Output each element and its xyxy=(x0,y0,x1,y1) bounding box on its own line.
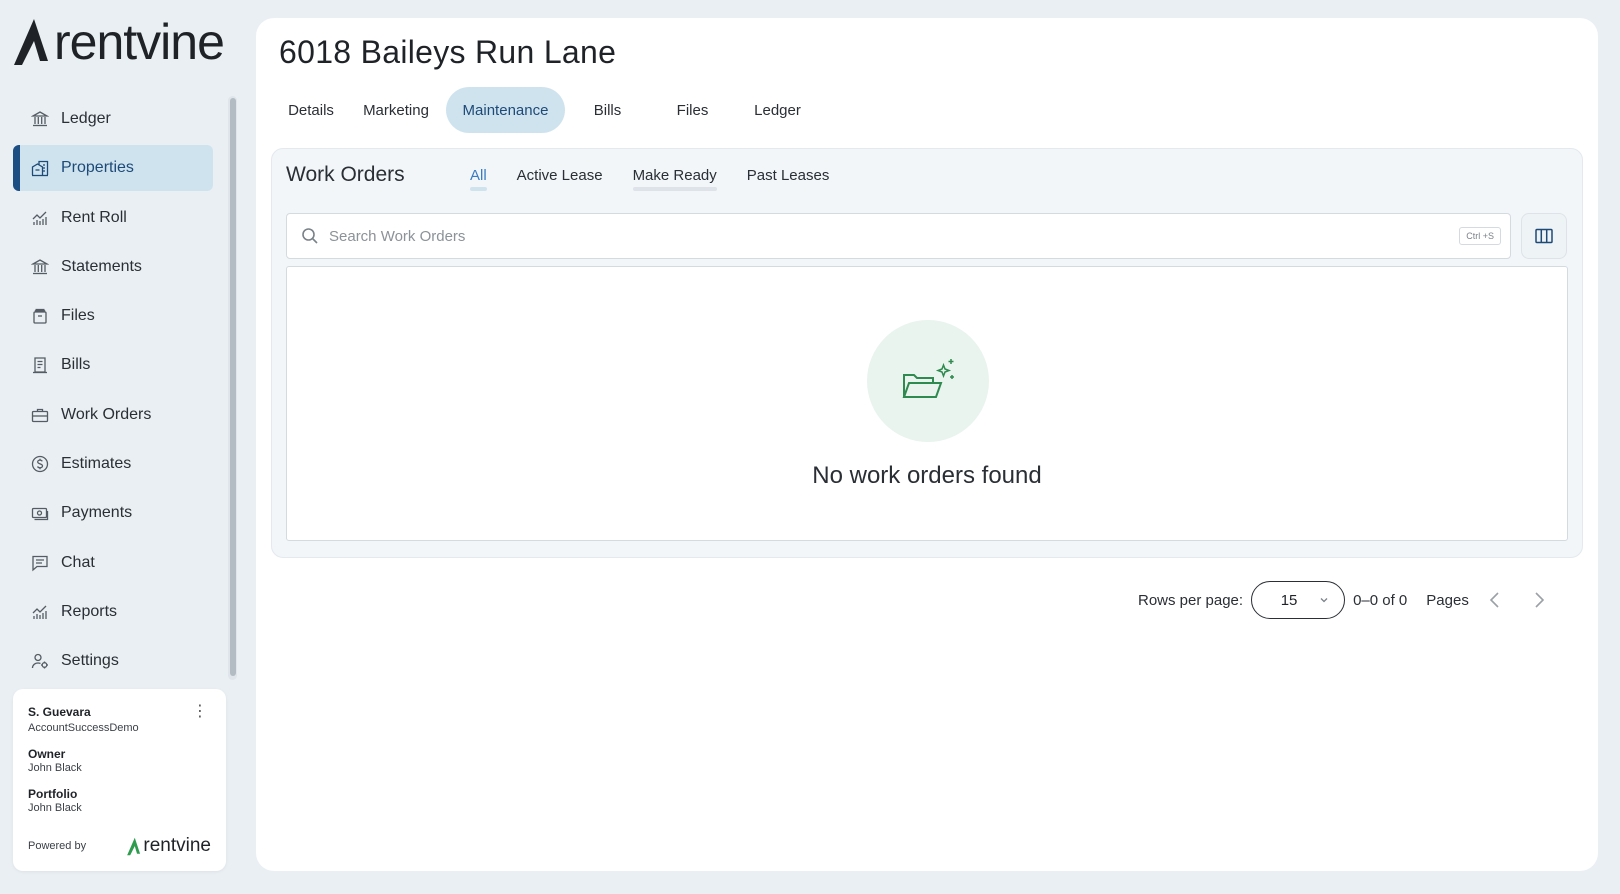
rows-per-page-value: 15 xyxy=(1280,591,1298,609)
work-orders-title: Work Orders xyxy=(286,163,405,186)
sidebar-item-bills[interactable]: Bills xyxy=(13,342,213,388)
rentvine-logo-icon xyxy=(14,19,48,65)
sidebar-item-settings[interactable]: Settings xyxy=(13,638,213,684)
user-org: AccountSuccessDemo xyxy=(28,722,139,734)
sidebar-item-ledger[interactable]: Ledger xyxy=(13,96,213,142)
sidebar-item-label: Work Orders xyxy=(61,405,152,423)
work-orders-panel: Work Orders All Active Lease Make Ready … xyxy=(271,148,1583,558)
powered-by-brand: rentvine xyxy=(143,835,211,856)
work-orders-filter-tabs: All Active Lease Make Ready Past Leases xyxy=(470,167,859,191)
tab-details[interactable]: Details xyxy=(276,87,346,133)
columns-button[interactable] xyxy=(1521,213,1567,259)
pages-label: Pages xyxy=(1426,591,1469,609)
sidebar-item-label: Ledger xyxy=(61,110,111,127)
chevron-left-icon xyxy=(1489,592,1499,608)
chevron-down-icon xyxy=(1320,598,1328,603)
tab-bills[interactable]: Bills xyxy=(565,87,650,133)
empty-state: No work orders found xyxy=(286,266,1568,541)
user-name: S. Guevara xyxy=(28,705,91,719)
sidebar-item-estimates[interactable]: Estimates xyxy=(13,441,213,487)
sidebar-item-properties[interactable]: Properties xyxy=(13,145,213,192)
page-title: 6018 Baileys Run Lane xyxy=(279,34,617,70)
tab-marketing[interactable]: Marketing xyxy=(346,87,446,133)
sidebar-nav: Ledger Properties Rent Roll Statements F… xyxy=(13,96,213,688)
powered-by: Powered by rentvine xyxy=(28,835,211,857)
rows-per-page-label: Rows per page: xyxy=(1138,591,1244,609)
sidebar-item-label: Reports xyxy=(61,602,118,620)
bank-icon xyxy=(30,257,50,277)
bank-icon xyxy=(30,109,50,129)
sidebar-item-label: Rent Roll xyxy=(61,208,127,226)
tab-files[interactable]: Files xyxy=(650,87,735,133)
tab-ledger[interactable]: Ledger xyxy=(735,87,820,133)
chat-icon xyxy=(30,553,50,573)
sidebar-item-label: Bills xyxy=(61,356,91,374)
chart-icon xyxy=(30,208,50,228)
dollar-circle-icon xyxy=(30,454,50,474)
portfolio-label: Portfolio xyxy=(28,787,78,801)
sidebar-item-label: Files xyxy=(61,307,95,325)
sidebar: rentvine Ledger Properties Rent Roll Sta… xyxy=(0,0,242,894)
chart-icon xyxy=(30,602,50,622)
owner-value: John Black xyxy=(28,762,82,774)
page-range: 0–0 of 0 xyxy=(1353,591,1408,609)
empty-illustration xyxy=(867,320,989,442)
portfolio-value: John Black xyxy=(28,802,82,814)
rentvine-logo-icon xyxy=(127,837,141,855)
brand-logo[interactable]: rentvine xyxy=(14,14,225,70)
sidebar-item-label: Properties xyxy=(61,159,134,177)
sidebar-scroll-thumb[interactable] xyxy=(230,98,236,676)
toolbox-icon xyxy=(30,405,50,425)
sidebar-item-statements[interactable]: Statements xyxy=(13,244,213,290)
empty-message: No work orders found xyxy=(812,462,1042,489)
cash-icon xyxy=(30,503,50,523)
pagination: Rows per page: 15 0–0 of 0 Pages xyxy=(1138,580,1551,620)
sidebar-item-label: Statements xyxy=(61,257,142,275)
main-content: 6018 Baileys Run Lane Details Marketing … xyxy=(256,18,1598,871)
subtab-past-leases[interactable]: Past Leases xyxy=(747,167,830,188)
sidebar-item-files[interactable]: Files xyxy=(13,293,213,339)
tab-maintenance[interactable]: Maintenance xyxy=(446,87,565,133)
owner-label: Owner xyxy=(28,747,66,761)
search-bar: Ctrl +S xyxy=(286,213,1511,259)
open-folder-icon xyxy=(902,359,954,398)
user-card: S. Guevara AccountSuccessDemo ⋮ Owner Jo… xyxy=(13,689,226,871)
powered-by-logo: rentvine xyxy=(127,835,211,857)
chevron-right-icon xyxy=(1535,592,1544,608)
brand-name: rentvine xyxy=(54,14,225,70)
sidebar-item-reports[interactable]: Reports xyxy=(13,589,213,635)
building-icon xyxy=(30,158,50,178)
keyboard-shortcut-hint: Ctrl +S xyxy=(1459,227,1501,245)
powered-by-label: Powered by xyxy=(28,840,87,852)
subtab-all[interactable]: All xyxy=(470,167,487,191)
sidebar-item-label: Payments xyxy=(61,504,133,522)
sidebar-item-label: Estimates xyxy=(61,455,132,473)
sidebar-item-chat[interactable]: Chat xyxy=(13,540,213,586)
property-tabs: Details Marketing Maintenance Bills File… xyxy=(276,87,820,133)
previous-page-button[interactable] xyxy=(1483,588,1507,612)
sidebar-item-label: Settings xyxy=(61,652,119,670)
user-gear-icon xyxy=(30,651,50,671)
next-page-button[interactable] xyxy=(1527,588,1551,612)
sidebar-item-label: Chat xyxy=(61,553,95,571)
search-icon xyxy=(302,228,318,244)
sidebar-item-work-orders[interactable]: Work Orders xyxy=(13,392,213,438)
columns-icon xyxy=(1535,228,1553,244)
archive-icon xyxy=(30,306,50,326)
sidebar-item-payments[interactable]: Payments xyxy=(13,490,213,536)
receipt-icon xyxy=(30,355,50,375)
more-vertical-icon[interactable]: ⋮ xyxy=(192,704,208,720)
subtab-make-ready[interactable]: Make Ready xyxy=(632,167,718,191)
search-input[interactable] xyxy=(329,227,1460,245)
subtab-active-lease[interactable]: Active Lease xyxy=(517,167,603,188)
sidebar-item-rent-roll[interactable]: Rent Roll xyxy=(13,195,213,241)
rows-per-page-select[interactable]: 15 xyxy=(1251,581,1346,619)
